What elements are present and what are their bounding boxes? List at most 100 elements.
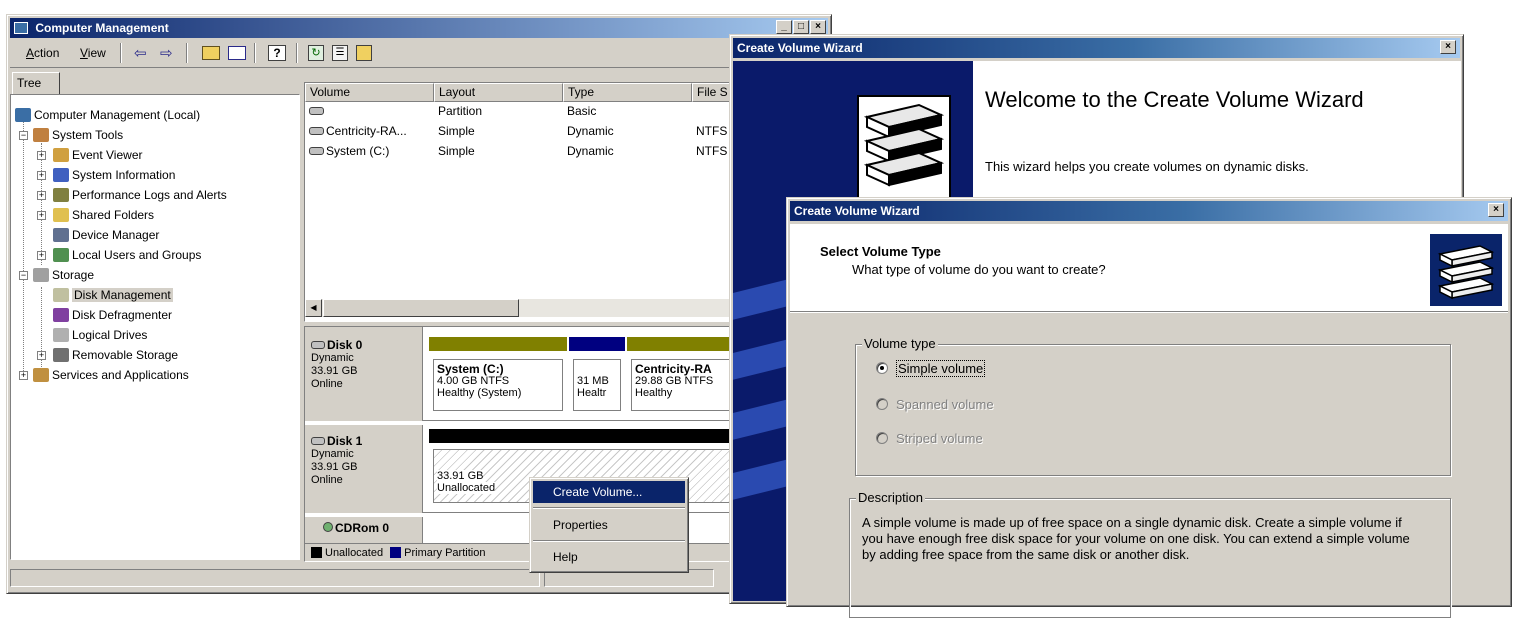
help-icon[interactable]: ?	[268, 45, 286, 61]
disk-icon	[311, 341, 325, 349]
type-cell: Basic	[567, 104, 597, 118]
fs-cell: NTFS	[696, 124, 728, 138]
radio-spanned-volume[interactable]: Spanned volume	[876, 397, 994, 412]
partition-health: Unallocated	[437, 482, 496, 494]
properties-icon[interactable]: ☰	[332, 45, 348, 61]
menu-item-properties[interactable]: Properties	[533, 514, 685, 536]
column-label: Volume	[310, 85, 351, 99]
collapse-toggle[interactable]: −	[19, 131, 28, 140]
wizard2-close-button[interactable]: ×	[1488, 203, 1504, 217]
radio-button[interactable]	[876, 432, 888, 444]
menu-separator	[533, 507, 685, 509]
tree-item-disk-management[interactable]: Disk Management	[53, 285, 173, 305]
tree-item-performance-logs[interactable]: Performance Logs and Alerts	[53, 185, 227, 205]
disk-name: Disk 1	[311, 435, 416, 448]
wizard2-title-bar[interactable]: Create Volume Wizard ×	[790, 201, 1508, 221]
users-icon	[53, 248, 69, 262]
wizard1-title-bar[interactable]: Create Volume Wizard ×	[733, 38, 1460, 58]
tree-item-removable-storage[interactable]: Removable Storage	[53, 345, 178, 365]
volume-type-group: Volume type Simple volume Spanned volume…	[855, 336, 1451, 476]
refresh-icon[interactable]: ↻	[308, 45, 324, 61]
tree-item-computer-management[interactable]: Computer Management (Local)	[15, 105, 200, 125]
scroll-thumb[interactable]	[323, 299, 519, 317]
partition-size: 4.00 GB NTFS	[437, 375, 510, 387]
expand-toggle[interactable]: +	[37, 211, 46, 220]
toolbar-divider-4	[296, 43, 298, 63]
partition-health: Healtr	[577, 387, 607, 399]
expand-toggle[interactable]: +	[37, 251, 46, 260]
disk-1-label[interactable]: Disk 1 Dynamic 33.91 GB Online	[305, 425, 423, 513]
status-panel	[10, 569, 540, 587]
column-header-type[interactable]: Type	[563, 83, 692, 102]
view-menu[interactable]: View	[80, 46, 106, 60]
maximize-button[interactable]: □	[793, 20, 809, 34]
column-label: Type	[568, 85, 595, 99]
tree-label: Disk Defragmenter	[72, 308, 173, 322]
tree-item-local-users-groups[interactable]: Local Users and Groups	[53, 245, 201, 265]
partition-size: 31 MB	[577, 375, 609, 387]
tree-item-event-viewer[interactable]: Event Viewer	[53, 145, 142, 165]
tree-label: Removable Storage	[72, 348, 179, 362]
disk-management-icon	[53, 288, 69, 302]
wizard1-close-button[interactable]: ×	[1440, 40, 1456, 54]
partition-health: Healthy (System)	[437, 387, 522, 399]
legend-swatch-primary	[390, 547, 402, 558]
expand-toggle[interactable]: +	[37, 191, 46, 200]
toolbar-divider-3	[254, 43, 256, 63]
up-folder-icon[interactable]	[202, 46, 220, 60]
column-header-layout[interactable]: Layout	[434, 83, 563, 102]
disk-status: Online	[311, 378, 343, 390]
storage-icon	[33, 268, 49, 282]
expand-toggle[interactable]: +	[37, 351, 46, 360]
tree-label: Disk Management	[72, 288, 173, 302]
column-label: Layout	[439, 85, 476, 99]
tree-label: Storage	[52, 268, 95, 282]
show-hide-tree-icon[interactable]	[228, 46, 246, 60]
tree-item-device-manager[interactable]: Device Manager	[53, 225, 159, 245]
menu-item-help[interactable]: Help	[533, 546, 685, 568]
forward-arrow-icon[interactable]: ⇨	[160, 44, 173, 62]
legend-primary: Primary Partition	[404, 547, 486, 559]
export-list-icon[interactable]	[356, 45, 372, 61]
back-arrow-icon[interactable]: ⇦	[134, 44, 147, 62]
expand-toggle[interactable]: +	[37, 171, 46, 180]
radio-label: Spanned volume	[896, 397, 994, 412]
tree-item-shared-folders[interactable]: Shared Folders	[53, 205, 154, 225]
tree-line	[41, 143, 42, 265]
tree-item-system-tools[interactable]: System Tools	[33, 125, 123, 145]
menu-item-create-volume[interactable]: Create Volume...	[533, 481, 685, 503]
tree-item-services-applications[interactable]: Services and Applications	[33, 365, 189, 385]
tree-item-disk-defragmenter[interactable]: Disk Defragmenter	[53, 305, 172, 325]
menu-label: Properties	[553, 518, 608, 532]
tree-item-storage[interactable]: Storage	[33, 265, 94, 285]
radio-striped-volume[interactable]: Striped volume	[876, 431, 983, 446]
system-information-icon	[53, 168, 69, 182]
tree-label: Event Viewer	[72, 148, 143, 162]
status-bar	[10, 567, 828, 589]
tree-item-system-information[interactable]: System Information	[53, 165, 175, 185]
action-menu[interactable]: Action	[26, 46, 59, 60]
partition-system[interactable]: System (C:) 4.00 GB NTFS Healthy (System…	[429, 337, 567, 417]
cm-title: Computer Management	[35, 21, 169, 35]
tree-tab[interactable]: Tree	[12, 72, 60, 94]
action-menu-rest: ction	[34, 46, 60, 60]
disk-name: Disk 0	[311, 339, 416, 352]
close-button[interactable]: ×	[810, 20, 826, 34]
disk-icon	[311, 437, 325, 445]
collapse-toggle[interactable]: −	[19, 271, 28, 280]
radio-button[interactable]	[876, 362, 888, 374]
context-menu: Create Volume... Properties Help	[529, 477, 689, 573]
disk-0-label[interactable]: Disk 0 Dynamic 33.91 GB Online	[305, 327, 423, 421]
disk-name-text: Disk 0	[327, 338, 363, 352]
expand-toggle[interactable]: +	[19, 371, 28, 380]
partition-small[interactable]: 31 MB Healtr	[569, 337, 625, 417]
radio-simple-volume[interactable]: Simple volume	[876, 360, 986, 377]
scroll-left-button[interactable]: ◀	[305, 299, 322, 317]
expand-toggle[interactable]: +	[37, 151, 46, 160]
minimize-button[interactable]: _	[776, 20, 792, 34]
cm-title-bar[interactable]: Computer Management _ □ ×	[10, 18, 828, 38]
column-header-volume[interactable]: Volume	[305, 83, 434, 102]
tree-label: Computer Management (Local)	[34, 108, 201, 122]
radio-button[interactable]	[876, 398, 888, 410]
tree-item-logical-drives[interactable]: Logical Drives	[53, 325, 147, 345]
